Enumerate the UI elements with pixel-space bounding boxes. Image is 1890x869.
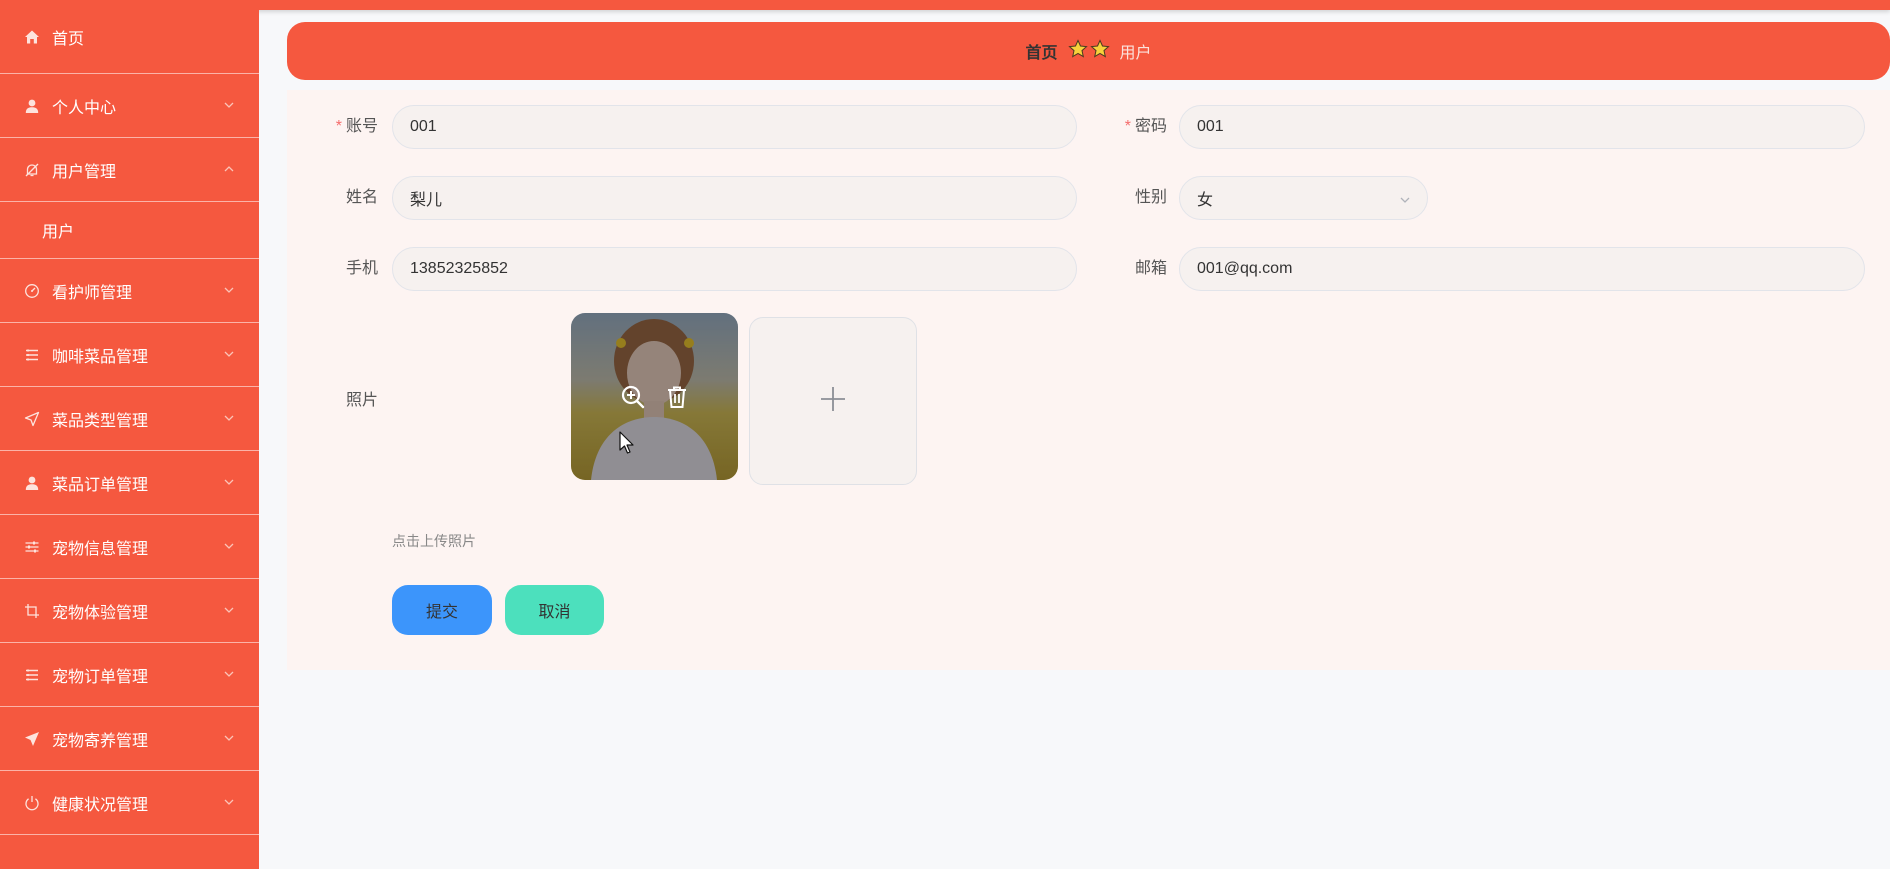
sidebar-item-label: 看护师管理 bbox=[52, 284, 133, 302]
mouse-cursor-icon bbox=[619, 431, 634, 454]
photo-actions bbox=[571, 313, 738, 480]
sidebar-item-coffee-dish-management[interactable]: 咖啡菜品管理 bbox=[0, 323, 259, 387]
name-input[interactable]: 梨儿 bbox=[392, 176, 1077, 220]
account-label: * 账号 bbox=[335, 118, 378, 135]
chevron-down-icon bbox=[223, 98, 235, 110]
home-icon bbox=[24, 29, 40, 45]
phone-label: 手机 bbox=[345, 260, 378, 277]
list-icon bbox=[24, 667, 40, 683]
sidebar-item-pet-info-management[interactable]: 宠物信息管理 bbox=[0, 515, 259, 579]
user-icon bbox=[24, 98, 40, 114]
sidebar-item-personal-center[interactable]: 个人中心 bbox=[0, 74, 259, 138]
sidebar-item-label: 首页 bbox=[52, 30, 85, 48]
sidebar-item-label: 菜品订单管理 bbox=[52, 476, 149, 494]
password-input[interactable]: 001 bbox=[1179, 105, 1865, 149]
upload-photo-button[interactable] bbox=[749, 317, 917, 485]
sidebar-item-pet-order-management[interactable]: 宠物订单管理 bbox=[0, 643, 259, 707]
required-mark: * bbox=[335, 118, 342, 135]
sidebar-item-label: 宠物信息管理 bbox=[52, 540, 149, 558]
sidebar-item-home[interactable]: 首页 bbox=[0, 0, 259, 74]
breadcrumb-current: 用户 bbox=[1119, 45, 1152, 62]
sidebar-item-caregiver-management[interactable]: 看护师管理 bbox=[0, 259, 259, 323]
sidebar-item-health-status-management[interactable]: 健康状况管理 bbox=[0, 771, 259, 835]
photo-label: 照片 bbox=[345, 392, 378, 409]
sidebar-item-user-management[interactable]: 用户管理 bbox=[0, 138, 259, 202]
crop-icon bbox=[24, 603, 40, 619]
email-label: 邮箱 bbox=[1134, 260, 1167, 277]
sidebar-item-label: 宠物体验管理 bbox=[52, 604, 149, 622]
email-input[interactable]: 001@qq.com bbox=[1179, 247, 1865, 291]
uploaded-photo-thumbnail[interactable] bbox=[571, 313, 738, 480]
zoom-in-icon[interactable] bbox=[620, 384, 646, 410]
chevron-down-icon bbox=[223, 347, 235, 359]
breadcrumb: 首页 用户 bbox=[287, 22, 1890, 80]
chevron-up-icon bbox=[223, 162, 235, 174]
sidebar-item-label: 健康状况管理 bbox=[52, 796, 149, 814]
upload-tip-text: 点击上传照片 bbox=[392, 533, 476, 549]
breadcrumb-home-link[interactable]: 首页 bbox=[1025, 39, 1057, 63]
chevron-down-icon bbox=[223, 731, 235, 743]
gender-label: 性别 bbox=[1134, 189, 1167, 206]
breadcrumb-separator bbox=[1067, 38, 1110, 64]
sidebar-item-pet-boarding-management[interactable]: 宠物寄养管理 bbox=[0, 707, 259, 771]
delete-icon[interactable] bbox=[664, 384, 690, 410]
bell-off-icon bbox=[24, 162, 40, 178]
chevron-down-icon bbox=[223, 539, 235, 551]
password-label: * 密码 bbox=[1124, 118, 1167, 135]
sidebar-item-label: 宠物订单管理 bbox=[52, 668, 149, 686]
sidebar-item-label: 菜品类型管理 bbox=[52, 412, 149, 430]
gauge-icon bbox=[24, 283, 40, 299]
account-input[interactable]: 001 bbox=[392, 105, 1077, 149]
sidebar-item-dish-type-management[interactable]: 菜品类型管理 bbox=[0, 387, 259, 451]
star-icon bbox=[1089, 38, 1110, 64]
sidebar-subitem-label: 用户 bbox=[42, 224, 75, 241]
sidebar-item-label: 宠物寄养管理 bbox=[52, 732, 149, 750]
sliders-icon bbox=[24, 539, 40, 555]
list-icon bbox=[24, 347, 40, 363]
user-icon bbox=[24, 475, 40, 491]
chevron-down-icon bbox=[223, 603, 235, 615]
plus-icon bbox=[818, 384, 848, 419]
chevron-down-icon bbox=[1399, 193, 1411, 205]
chevron-down-icon bbox=[223, 283, 235, 295]
power-icon bbox=[24, 795, 40, 811]
sidebar-item-pet-experience-management[interactable]: 宠物体验管理 bbox=[0, 579, 259, 643]
name-label: 姓名 bbox=[345, 189, 378, 206]
sidebar-subitem-users[interactable]: 用户 bbox=[0, 202, 259, 259]
top-header-strip bbox=[0, 0, 1890, 10]
sidebar: 首页 个人中心 用户管理 用户 看护师管理 咖啡菜品管理 菜品类型管理 菜品订单… bbox=[0, 0, 259, 869]
send-filled-icon bbox=[24, 731, 40, 747]
star-icon bbox=[1067, 38, 1088, 64]
sidebar-item-label: 用户管理 bbox=[52, 163, 117, 181]
chevron-down-icon bbox=[223, 795, 235, 807]
cancel-button[interactable]: 取消 bbox=[505, 585, 604, 635]
chevron-down-icon bbox=[223, 411, 235, 423]
send-icon bbox=[24, 411, 40, 427]
sidebar-item-label: 个人中心 bbox=[52, 99, 117, 117]
chevron-down-icon bbox=[223, 475, 235, 487]
chevron-down-icon bbox=[223, 667, 235, 679]
required-mark: * bbox=[1124, 118, 1131, 135]
submit-button[interactable]: 提交 bbox=[392, 585, 492, 635]
phone-input[interactable]: 13852325852 bbox=[392, 247, 1077, 291]
sidebar-item-dish-order-management[interactable]: 菜品订单管理 bbox=[0, 451, 259, 515]
sidebar-item-label: 咖啡菜品管理 bbox=[52, 348, 149, 366]
gender-select[interactable]: 女 bbox=[1179, 176, 1428, 220]
